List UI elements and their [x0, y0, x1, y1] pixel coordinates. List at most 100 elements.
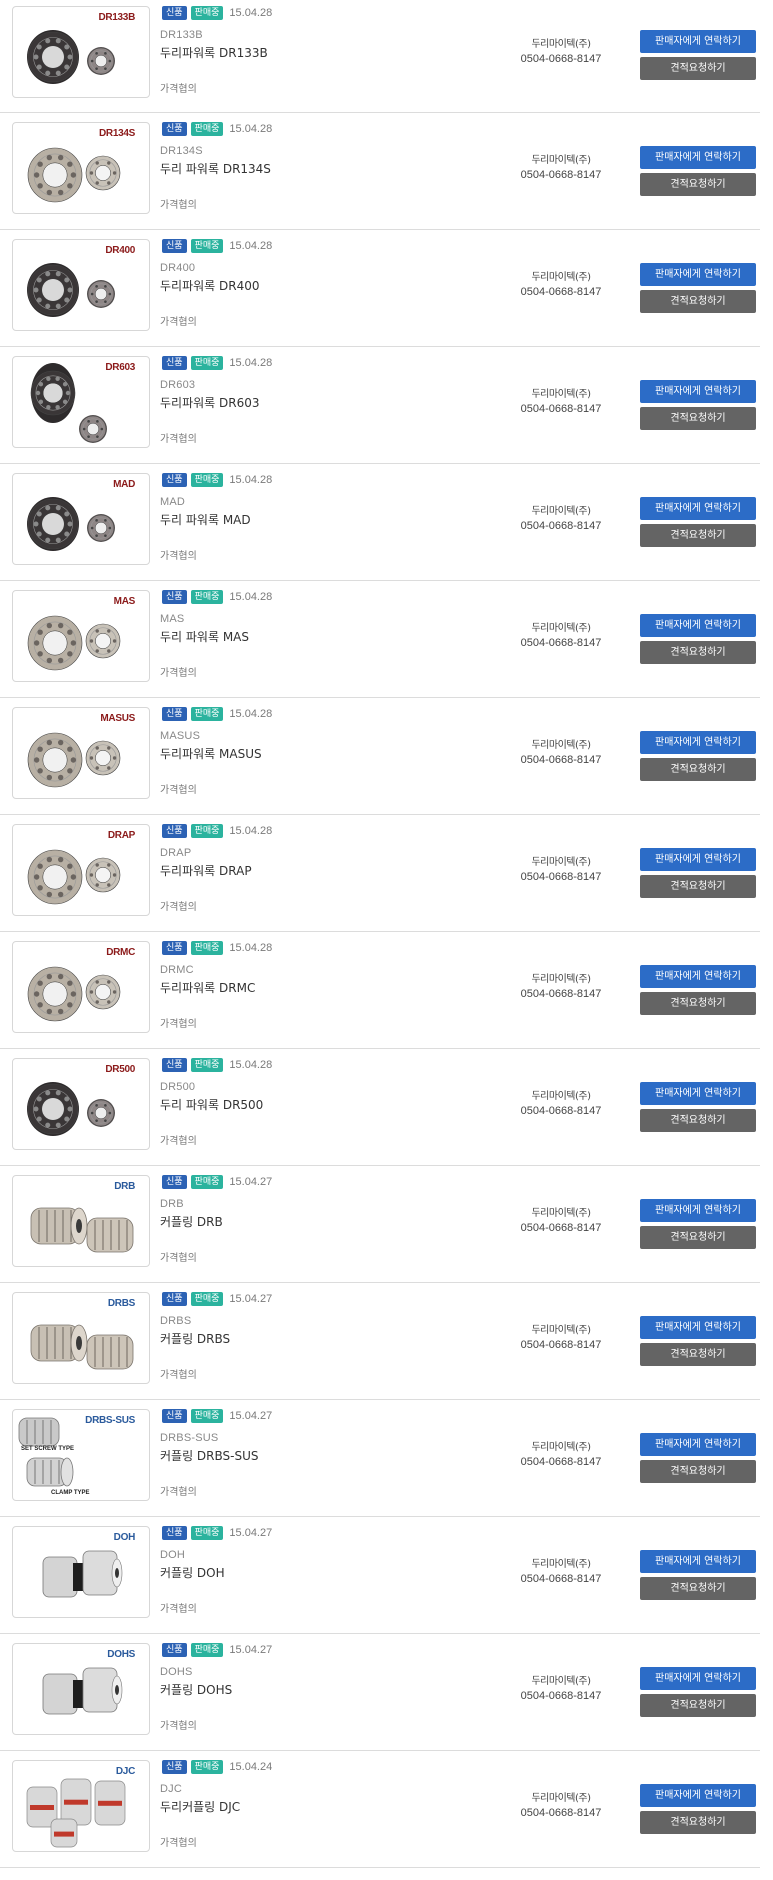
- product-name-link[interactable]: 두리파워록 DRMC: [160, 979, 255, 996]
- contact-seller-button[interactable]: 판매자에게 연락하기: [640, 380, 756, 403]
- request-quote-button[interactable]: 견적요청하기: [640, 1694, 756, 1717]
- seller-name: 두리마이텍(주): [531, 1676, 591, 1687]
- request-quote-button[interactable]: 견적요청하기: [640, 758, 756, 781]
- product-thumbnail[interactable]: DOH: [12, 1526, 150, 1618]
- contact-seller-button[interactable]: 판매자에게 연락하기: [640, 263, 756, 286]
- product-name-link[interactable]: 두리파워록 DR133B: [160, 44, 268, 61]
- new-badge: 신품: [162, 1760, 187, 1774]
- on-sale-badge: 판매중: [190, 707, 224, 721]
- contact-seller-button[interactable]: 판매자에게 연락하기: [640, 1199, 756, 1222]
- contact-seller-button[interactable]: 판매자에게 연락하기: [640, 30, 756, 53]
- product-model: DJC: [160, 1783, 182, 1795]
- request-quote-button[interactable]: 견적요청하기: [640, 173, 756, 196]
- request-quote-button[interactable]: 견적요청하기: [640, 524, 756, 547]
- product-name-link[interactable]: 두리파워록 MASUS: [160, 745, 262, 762]
- contact-seller-button[interactable]: 판매자에게 연락하기: [640, 848, 756, 871]
- listing-date: 15.04.24: [229, 1761, 273, 1773]
- on-sale-badge: 판매중: [190, 1058, 224, 1072]
- contact-seller-button[interactable]: 판매자에게 연락하기: [640, 146, 756, 169]
- product-name-link[interactable]: 커플링 DRBS: [160, 1330, 230, 1347]
- product-thumbnail[interactable]: DR500: [12, 1058, 150, 1150]
- contact-seller-button[interactable]: 판매자에게 연락하기: [640, 497, 756, 520]
- product-name-link[interactable]: 두리파워록 DR603: [160, 394, 260, 411]
- listing-date: 15.04.27: [229, 1644, 273, 1656]
- product-model: DOHS: [160, 1666, 193, 1678]
- contact-seller-button[interactable]: 판매자에게 연락하기: [640, 965, 756, 988]
- product-name-link[interactable]: 두리 파워록 DR134S: [160, 160, 271, 177]
- contact-seller-button[interactable]: 판매자에게 연락하기: [640, 1433, 756, 1456]
- contact-seller-button[interactable]: 판매자에게 연락하기: [640, 1784, 756, 1807]
- on-sale-badge: 판매중: [190, 590, 224, 604]
- product-thumbnail[interactable]: MASUS: [12, 707, 150, 799]
- contact-seller-button[interactable]: 판매자에게 연락하기: [640, 1082, 756, 1105]
- request-quote-button[interactable]: 견적요청하기: [640, 1460, 756, 1483]
- request-quote-button[interactable]: 견적요청하기: [640, 992, 756, 1015]
- product-name-link[interactable]: 두리 파워록 DR500: [160, 1096, 263, 1113]
- product-model: DRAP: [160, 847, 192, 859]
- thumbnail-model-label: DR134S: [99, 128, 135, 139]
- product-model: DRB: [160, 1198, 184, 1210]
- product-thumbnail[interactable]: DRB: [12, 1175, 150, 1267]
- product-thumbnail[interactable]: DR603: [12, 356, 150, 448]
- product-thumbnail[interactable]: DR134S: [12, 122, 150, 214]
- contact-seller-button[interactable]: 판매자에게 연락하기: [640, 1667, 756, 1690]
- request-quote-button[interactable]: 견적요청하기: [640, 407, 756, 430]
- product-thumbnail[interactable]: DR133B: [12, 6, 150, 98]
- request-quote-button[interactable]: 견적요청하기: [640, 57, 756, 80]
- request-quote-button[interactable]: 견적요청하기: [640, 1811, 756, 1834]
- request-quote-button[interactable]: 견적요청하기: [640, 875, 756, 898]
- on-sale-badge: 판매중: [190, 239, 224, 253]
- product-item: DR603 신품 판매중 15.04.28 DR603 두리파워록 DR603 가격협의 두리…: [0, 347, 760, 464]
- product-name-link[interactable]: 두리커플링 DJC: [160, 1798, 240, 1815]
- request-quote-button[interactable]: 견적요청하기: [640, 1226, 756, 1249]
- contact-seller-button[interactable]: 판매자에게 연락하기: [640, 731, 756, 754]
- status-badges: 신품 판매중 15.04.27: [162, 1292, 272, 1306]
- new-badge: 신품: [162, 707, 187, 721]
- product-thumbnail[interactable]: DR400: [12, 239, 150, 331]
- product-thumbnail[interactable]: DRAP: [12, 824, 150, 916]
- product-thumbnail[interactable]: MAD: [12, 473, 150, 565]
- product-name-link[interactable]: 두리 파워록 MAD: [160, 511, 251, 528]
- new-badge: 신품: [162, 6, 187, 20]
- status-badges: 신품 판매중 15.04.28: [162, 239, 272, 253]
- product-name-link[interactable]: 커플링 DRBS-SUS: [160, 1447, 259, 1464]
- contact-seller-button[interactable]: 판매자에게 연락하기: [640, 614, 756, 637]
- request-quote-button[interactable]: 견적요청하기: [640, 641, 756, 664]
- product-name-link[interactable]: 두리파워록 DR400: [160, 277, 260, 294]
- product-item: DJC 신품 판매중 15.04.24 DJC 두리커플링 DJC 가격협의 두리마이텍(주)…: [0, 1751, 760, 1868]
- new-badge: 신품: [162, 824, 187, 838]
- product-price: 가격협의: [160, 1370, 197, 1381]
- product-thumbnail[interactable]: DRBS: [12, 1292, 150, 1384]
- listing-date: 15.04.28: [229, 708, 273, 720]
- product-name-link[interactable]: 두리 파워록 MAS: [160, 628, 249, 645]
- thumbnail-model-label: DRB: [114, 1181, 135, 1192]
- contact-seller-button[interactable]: 판매자에게 연락하기: [640, 1550, 756, 1573]
- product-name-link[interactable]: 커플링 DOH: [160, 1564, 225, 1581]
- on-sale-badge: 판매중: [190, 122, 224, 136]
- product-thumbnail[interactable]: MAS: [12, 590, 150, 682]
- product-name-link[interactable]: 커플링 DRB: [160, 1213, 223, 1230]
- product-item: MAD 신품 판매중 15.04.28 MAD 두리 파워록 MAD 가격협의 두리마이텍(주…: [0, 464, 760, 581]
- product-model: DRBS-SUS: [160, 1432, 219, 1444]
- listing-date: 15.04.28: [229, 474, 273, 486]
- product-thumbnail[interactable]: DJC: [12, 1760, 150, 1852]
- contact-seller-button[interactable]: 판매자에게 연락하기: [640, 1316, 756, 1339]
- seller-name: 두리마이텍(주): [531, 155, 591, 166]
- product-name-link[interactable]: 두리파워록 DRAP: [160, 862, 252, 879]
- product-price: 가격협의: [160, 551, 197, 562]
- seller-name: 두리마이텍(주): [531, 1559, 591, 1570]
- product-name-link[interactable]: 커플링 DOHS: [160, 1681, 232, 1698]
- seller-phone: 0504-0668-8147: [520, 871, 602, 883]
- status-badges: 신품 판매중 15.04.28: [162, 824, 272, 838]
- request-quote-button[interactable]: 견적요청하기: [640, 1343, 756, 1366]
- product-thumbnail[interactable]: DRMC: [12, 941, 150, 1033]
- on-sale-badge: 판매중: [190, 1526, 224, 1540]
- product-thumbnail[interactable]: DRBS-SUS SET SCREW TYPE CLAMP TYPE: [12, 1409, 150, 1501]
- listing-date: 15.04.28: [229, 942, 273, 954]
- thumbnail-model-label: DRBS: [107, 1298, 135, 1309]
- request-quote-button[interactable]: 견적요청하기: [640, 1109, 756, 1132]
- request-quote-button[interactable]: 견적요청하기: [640, 290, 756, 313]
- request-quote-button[interactable]: 견적요청하기: [640, 1577, 756, 1600]
- thumbnail-model-label: MAD: [113, 479, 135, 490]
- product-thumbnail[interactable]: DOHS: [12, 1643, 150, 1735]
